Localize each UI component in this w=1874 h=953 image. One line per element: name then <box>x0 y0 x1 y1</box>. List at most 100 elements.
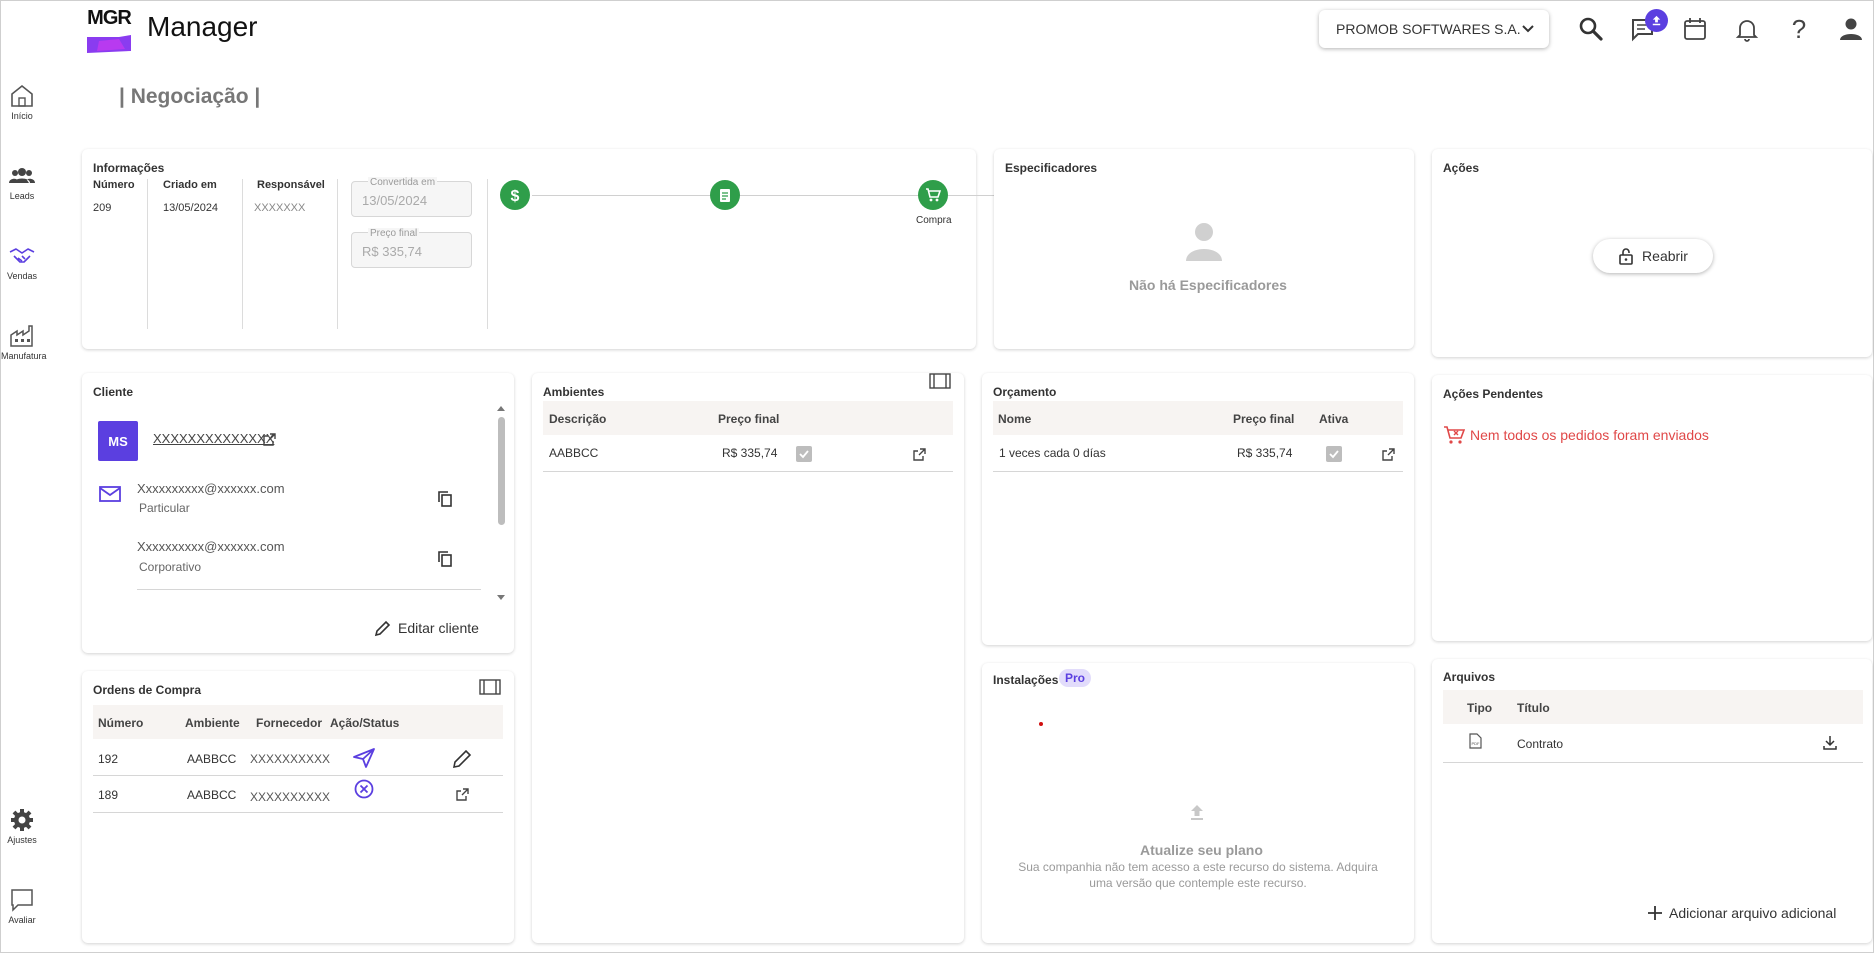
ordens-col-ambiente[interactable]: Ambiente <box>185 716 240 730</box>
sidebar-label-avaliar: Avaliar <box>8 915 36 925</box>
preco-label: Preço final <box>368 228 420 239</box>
ambientes-table-header: Descrição Preço final <box>543 401 953 435</box>
info-col-numero: Número 209 <box>82 179 148 329</box>
pendentes-card: Ações Pendentes Nem todos os pedidos for… <box>1432 375 1872 641</box>
ordem-numero: 189 <box>98 788 119 802</box>
upgrade-description: Sua companhia não tem acesso a este recu… <box>1018 860 1378 890</box>
sidebar-item-inicio[interactable]: Início <box>1 83 43 121</box>
arquivos-col-tipo[interactable]: Tipo <box>1467 701 1492 715</box>
orcamento-preco: R$ 335,74 <box>1237 446 1293 460</box>
client-scrollbar[interactable] <box>495 403 507 603</box>
client-email-2: Xxxxxxxxxx@xxxxxx.com <box>137 539 285 554</box>
copy-icon[interactable] <box>437 490 453 508</box>
home-icon <box>11 84 33 107</box>
calendar-button[interactable] <box>1681 15 1709 43</box>
orcamento-col-preco[interactable]: Preço final <box>1233 412 1294 426</box>
upload-badge[interactable] <box>1645 9 1668 32</box>
client-email-1: Xxxxxxxxxx@xxxxxx.com <box>137 481 285 496</box>
ambiente-descricao: AABBCC <box>549 446 599 460</box>
edit-client-button[interactable]: Editar cliente <box>374 619 479 637</box>
add-file-button[interactable]: Adicionar arquivo adicional <box>1647 905 1836 921</box>
ordens-col-fornecedor[interactable]: Fornecedor <box>256 716 322 730</box>
help-icon: ? <box>1792 14 1806 44</box>
scroll-down-icon[interactable] <box>495 593 507 603</box>
preco-field: Preço final R$ 335,74 <box>351 228 472 268</box>
orcamento-col-ativa[interactable]: Ativa <box>1319 412 1348 426</box>
info-card: Informações Número 209 Criado em 13/05/2… <box>82 149 1004 349</box>
ordem-ambiente: AABBCC <box>187 752 237 766</box>
arquivos-table-header: Tipo Título <box>1443 690 1863 724</box>
ordem-ambiente: AABBCC <box>187 788 237 802</box>
search-button[interactable] <box>1577 15 1605 43</box>
ordens-col-numero[interactable]: Número <box>98 716 143 730</box>
step-compra-label: Compra <box>916 215 952 226</box>
cancel-circle-icon[interactable] <box>354 779 374 799</box>
open-external-icon[interactable] <box>262 432 277 447</box>
logo-text: MGR <box>87 7 132 29</box>
sidebar-label-ajustes: Ajustes <box>7 835 37 845</box>
sidebar-label-leads: Leads <box>9 191 35 201</box>
open-external-icon[interactable] <box>912 447 927 462</box>
profile-button[interactable] <box>1837 15 1865 43</box>
upload-icon <box>1191 805 1203 820</box>
step-compra[interactable] <box>918 180 948 210</box>
ordens-col-acao[interactable]: Ação/Status <box>330 716 399 730</box>
user-icon <box>1840 18 1862 40</box>
ambiente-preco: R$ 335,74 <box>722 446 778 460</box>
sidebar-item-vendas[interactable]: Vendas <box>1 243 43 281</box>
step-document[interactable] <box>710 180 740 210</box>
numero-label: Número <box>93 179 135 191</box>
handshake-icon <box>9 248 35 263</box>
pending-message[interactable]: Nem todos os pedidos foram enviados <box>1470 427 1709 443</box>
gear-icon <box>11 809 33 831</box>
cliente-card: Cliente MS XXXXXXXXXXXXXX Xxxxxxxxxx@xxx… <box>82 373 514 653</box>
svg-text:$: $ <box>511 188 520 203</box>
sidebar-item-avaliar[interactable]: Avaliar <box>1 887 43 925</box>
row-divider <box>93 812 503 813</box>
info-col-criado: Criado em 13/05/2024 <box>148 179 243 329</box>
convertida-field: Convertida em 13/05/2024 <box>351 177 472 217</box>
help-button[interactable]: ? <box>1785 14 1813 44</box>
ambientes-col-preco[interactable]: Preço final <box>718 412 779 426</box>
edit-client-label: Editar cliente <box>398 620 479 636</box>
preco-value: R$ 335,74 <box>362 244 422 259</box>
send-icon[interactable] <box>352 747 376 769</box>
columns-icon[interactable] <box>929 373 951 389</box>
client-email-1-type: Particular <box>139 501 190 515</box>
ordem-fornecedor: XXXXXXXXXX <box>250 790 331 804</box>
logo-shape-icon <box>87 35 131 53</box>
notifications-button[interactable] <box>1733 15 1761 43</box>
reabrir-button[interactable]: Reabrir <box>1593 239 1713 273</box>
scroll-thumb[interactable] <box>498 417 505 525</box>
arquivos-col-titulo[interactable]: Título <box>1517 701 1550 715</box>
scroll-up-icon[interactable] <box>495 403 507 413</box>
acoes-card: Ações Reabrir <box>1432 149 1872 357</box>
client-name-link[interactable]: XXXXXXXXXXXXXX <box>153 431 274 446</box>
orcamento-col-nome[interactable]: Nome <box>998 412 1031 426</box>
row-divider <box>1443 762 1863 763</box>
cliente-title: Cliente <box>93 385 134 399</box>
ambientes-card: Ambientes Descrição Preço final AABBCC R… <box>532 373 964 943</box>
ordem-numero: 192 <box>98 752 119 766</box>
sidebar-item-leads[interactable]: Leads <box>1 163 43 201</box>
pencil-icon[interactable] <box>452 749 472 769</box>
ordens-card: Ordens de Compra Número Ambiente Fornece… <box>82 671 514 943</box>
sidebar-item-manufatura[interactable]: Manufatura <box>1 323 47 361</box>
ambientes-col-descricao[interactable]: Descrição <box>549 412 606 426</box>
open-external-icon[interactable] <box>1381 447 1396 462</box>
app-logo[interactable]: MGR <box>85 3 133 53</box>
chat-icon <box>11 889 33 912</box>
pro-badge: Pro <box>1059 669 1092 687</box>
columns-icon[interactable] <box>479 679 501 695</box>
download-icon[interactable] <box>1823 735 1837 750</box>
contact-divider <box>137 589 481 590</box>
open-external-icon[interactable] <box>455 787 470 802</box>
sidebar-item-ajustes[interactable]: Ajustes <box>1 807 43 845</box>
company-select[interactable]: PROMOB SOFTWARES S.A. <box>1319 10 1549 48</box>
orcamento-nome: 1 veces cada 0 días <box>999 446 1106 460</box>
arquivo-titulo: Contrato <box>1517 737 1564 751</box>
step-payment[interactable]: $ <box>500 180 530 210</box>
sidebar-label-manufatura: Manufatura <box>1 351 47 361</box>
info-col-responsavel: Responsável XXXXXXX <box>243 179 338 329</box>
copy-icon[interactable] <box>437 550 453 568</box>
